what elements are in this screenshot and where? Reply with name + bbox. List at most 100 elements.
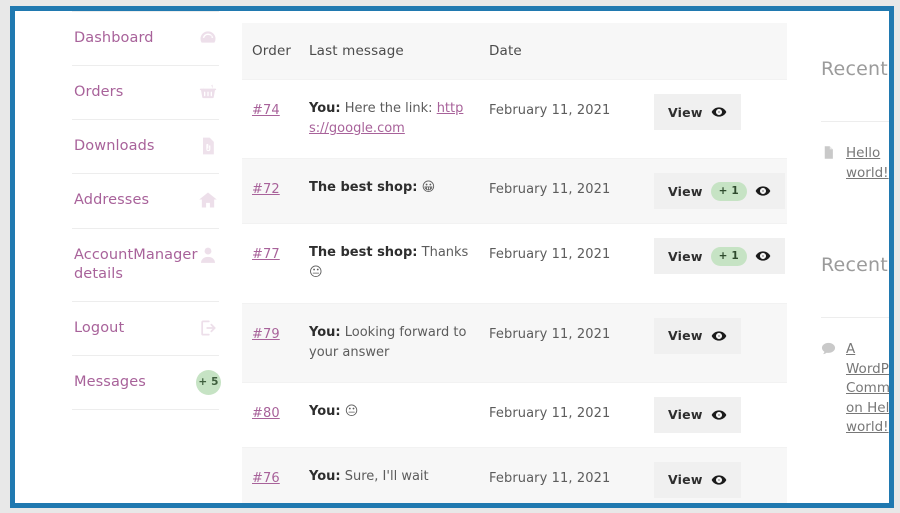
message-author: You: — [309, 101, 341, 116]
widget-title: Recent Comments — [821, 254, 889, 277]
widget-recent-posts: Recent Posts Hello world! — [821, 30, 889, 207]
widget-item-link[interactable]: Hello world! — [846, 144, 889, 183]
cell-last-message: You: Sure, I'll wait — [309, 448, 489, 503]
account-nav-item-label: Messages — [74, 373, 146, 390]
message-body: 😐 — [340, 403, 359, 419]
eye-icon[interactable] — [711, 407, 727, 423]
cell-last-message: You: 😐 — [309, 383, 489, 441]
column-header-last-message: Last message — [309, 43, 404, 59]
view-button-label: View — [668, 183, 703, 199]
eye-icon[interactable] — [755, 248, 771, 264]
cell-date: February 11, 2021 — [489, 159, 654, 216]
column-header-date: Date — [489, 43, 522, 59]
list-item[interactable]: A WordPress Commenter on Hello world! — [821, 318, 889, 462]
account-nav-item-addresses[interactable]: Addresses — [72, 173, 219, 227]
account-navigation: Dashboard Orders Downloads Addresses Account… — [72, 11, 221, 410]
eye-icon[interactable] — [755, 183, 771, 199]
view-button-label: View — [668, 472, 703, 488]
cell-action: View + 1 — [654, 159, 787, 223]
logout-icon — [198, 318, 218, 338]
table-row: #76 You: Sure, I'll wait February 11, 2021… — [242, 446, 787, 503]
eye-icon[interactable] — [711, 328, 727, 344]
cell-order: #80 — [242, 383, 309, 440]
order-link[interactable]: #79 — [252, 327, 280, 342]
date-text: February 11, 2021 — [489, 326, 611, 342]
view-button[interactable]: View + 1 — [654, 173, 785, 210]
view-button-label: View — [668, 248, 703, 264]
basket-icon — [198, 82, 218, 102]
message-text: You: Looking forward to your answer — [309, 323, 475, 363]
view-button[interactable]: View — [654, 94, 741, 130]
table-row: #80 You: 😐 February 11, 2021 View — [242, 381, 787, 447]
date-text: February 11, 2021 — [489, 247, 611, 263]
table-body: #74 You: Here the link: https://google.co… — [242, 79, 787, 503]
cell-action: View — [654, 448, 787, 503]
list-item[interactable]: Hello world! — [821, 122, 889, 207]
widget-sidebar: Recent Posts Hello world! Recent Comments A… — [821, 11, 889, 503]
order-link[interactable]: #72 — [252, 182, 280, 197]
widget-list: A WordPress Commenter on Hello world! — [821, 317, 889, 462]
order-link[interactable]: #74 — [252, 103, 280, 118]
widget-item-link[interactable]: A WordPress Commenter on Hello world! — [846, 340, 889, 438]
view-button[interactable]: View + 1 — [654, 238, 785, 275]
account-nav-item-messages[interactable]: Messages + 5 — [72, 354, 221, 409]
widget-list: Hello world! — [821, 121, 889, 207]
account-nav-item-accountmanager-details[interactable]: AccountManager details — [72, 227, 219, 301]
message-author: You: — [309, 403, 341, 419]
account-nav-item-label: Logout — [74, 319, 125, 336]
table-row: #72 The best shop: 😀 February 11, 2021 View… — [242, 158, 787, 224]
message-body: 😀 — [417, 180, 436, 196]
eye-icon[interactable] — [711, 472, 727, 488]
account-nav-item-orders[interactable]: Orders — [72, 65, 219, 119]
comment-icon — [821, 341, 836, 356]
view-button-label: View — [668, 407, 703, 423]
eye-icon[interactable] — [711, 104, 727, 120]
account-nav-item-logout[interactable]: Logout — [72, 300, 219, 355]
account-nav-item-dashboard[interactable]: Dashboard — [72, 11, 219, 65]
unread-count-badge: + 1 — [710, 246, 747, 266]
message-text: The best shop: Thanks 😐 — [309, 243, 475, 283]
widget-title: Archives — [821, 481, 889, 503]
cell-action: View — [654, 80, 787, 144]
account-nav-item-downloads[interactable]: Downloads — [72, 119, 219, 173]
user-icon — [198, 245, 218, 265]
cell-order: #74 — [242, 80, 309, 137]
order-link[interactable]: #77 — [252, 247, 280, 262]
table-row: #74 You: Here the link: https://google.co… — [242, 79, 787, 159]
message-author: You: — [309, 324, 341, 340]
file-icon — [198, 136, 218, 156]
cell-date: February 11, 2021 — [489, 383, 654, 440]
account-nav-item-label: Addresses — [74, 192, 150, 209]
cell-action: View — [654, 304, 787, 368]
cell-last-message: The best shop: Thanks 😐 — [309, 224, 489, 302]
widget-recent-comments: Recent Comments A WordPress Commenter on … — [821, 226, 889, 462]
order-link[interactable]: #80 — [252, 406, 280, 421]
cell-order: #77 — [242, 224, 309, 281]
view-button-label: View — [668, 104, 703, 120]
cell-last-message: The best shop: 😀 — [309, 159, 489, 217]
page-canvas: Dashboard Orders Downloads Addresses Account… — [15, 11, 889, 503]
cell-date: February 11, 2021 — [489, 224, 654, 281]
account-nav-item-label: Dashboard — [74, 30, 154, 46]
cell-action: View — [654, 383, 787, 447]
order-link[interactable]: #76 — [252, 471, 280, 486]
account-nav-bottom-divider — [72, 409, 219, 410]
cell-order: #76 — [242, 448, 309, 503]
messages-table: Order Last message Date #74 You: Here the… — [242, 23, 787, 503]
account-nav-item-label: Downloads — [74, 138, 155, 155]
date-text: February 11, 2021 — [489, 182, 611, 198]
account-nav-item-label: AccountManager details — [74, 246, 198, 282]
message-text: You: Sure, I'll wait — [309, 467, 475, 487]
date-text: February 11, 2021 — [489, 103, 611, 118]
view-button[interactable]: View — [654, 396, 741, 433]
browser-viewport-frame: Dashboard Orders Downloads Addresses Account… — [10, 6, 894, 508]
speedometer-icon — [198, 28, 218, 48]
message-body: Here the link: — [340, 101, 437, 116]
message-author: The best shop: — [309, 245, 418, 261]
cell-date: February 11, 2021 — [489, 448, 654, 503]
table-row: #79 You: Looking forward to your answer Fe… — [242, 302, 787, 382]
view-button[interactable]: View — [654, 461, 741, 498]
date-text: February 11, 2021 — [489, 470, 611, 486]
table-header-row: Order Last message Date — [242, 23, 787, 79]
view-button[interactable]: View — [654, 317, 741, 354]
